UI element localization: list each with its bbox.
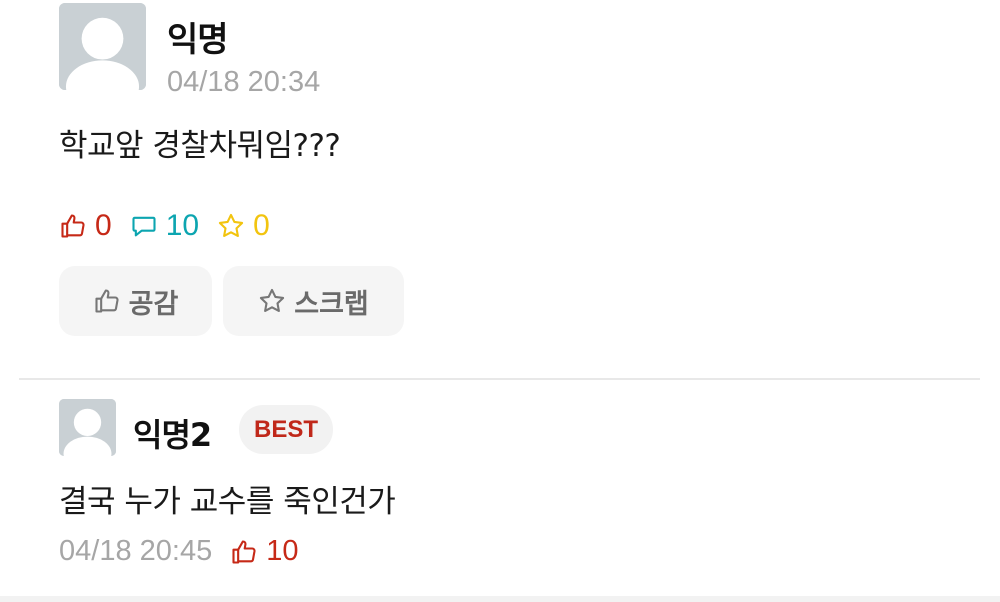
- comment-author-avatar[interactable]: [59, 399, 116, 456]
- thumbs-up-icon: [232, 539, 256, 564]
- thumbs-up-icon: [95, 289, 119, 313]
- comment-like-count: 10: [266, 535, 299, 567]
- bottom-separator: [0, 596, 1000, 602]
- post: 익명 04/18 20:34 학교앞 경찰차뭐임??? 0 10 0 공감 스크…: [0, 0, 1000, 380]
- scrap-button[interactable]: 스크랩: [223, 266, 404, 336]
- post-content: 학교앞 경찰차뭐임???: [59, 128, 341, 164]
- default-avatar-icon: [59, 399, 116, 456]
- like-count-value: 0: [95, 209, 112, 242]
- scrap-button-label: 스크랩: [294, 288, 369, 320]
- like-count: 0: [59, 209, 112, 243]
- like-button[interactable]: 공감: [59, 266, 212, 336]
- post-stats: 0 10 0: [59, 206, 288, 246]
- post-author: 익명: [167, 20, 229, 60]
- speech-bubble-icon: [132, 216, 156, 237]
- comment-like-button[interactable]: 10: [230, 535, 298, 568]
- scrap-count: 0: [217, 209, 270, 243]
- comment-author: 익명2: [133, 416, 212, 454]
- comment-count-value: 10: [165, 209, 200, 242]
- comment-count: 10: [130, 209, 199, 243]
- star-icon: [260, 288, 285, 312]
- best-badge: BEST: [239, 405, 333, 454]
- comment-content: 결국 누가 교수를 죽인건가: [59, 484, 396, 520]
- comment-meta: 04/18 20:45 10: [59, 535, 298, 568]
- scrap-count-value: 0: [253, 209, 270, 242]
- comment-item: 익명2 BEST 결국 누가 교수를 죽인건가 04/18 20:45 10: [0, 380, 1000, 602]
- default-avatar-icon: [59, 3, 146, 90]
- author-avatar[interactable]: [59, 3, 146, 90]
- star-icon: [218, 213, 244, 237]
- post-datetime: 04/18 20:34: [167, 66, 321, 98]
- like-button-label: 공감: [128, 288, 179, 320]
- comment-datetime: 04/18 20:45: [59, 535, 213, 567]
- thumbs-up-icon: [61, 214, 85, 238]
